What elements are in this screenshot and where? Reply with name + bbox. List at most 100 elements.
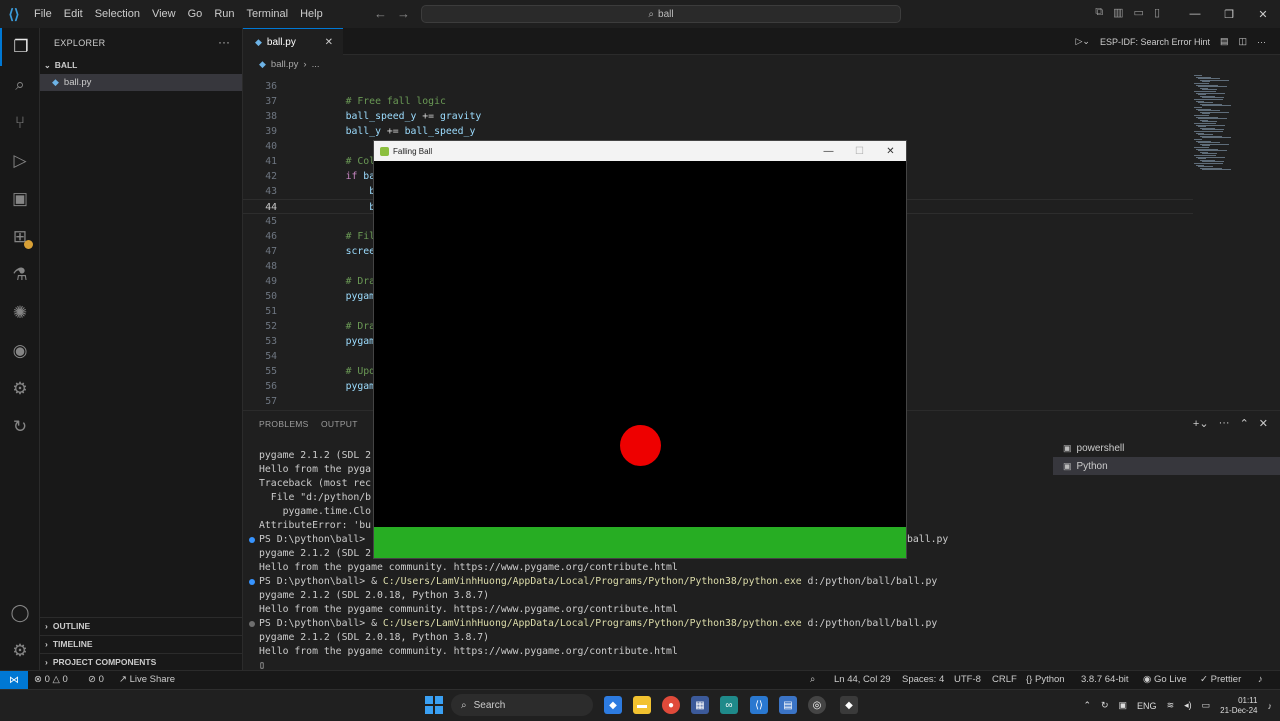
go-live-button[interactable]: ◉ Go Live	[1143, 674, 1187, 685]
network-icon[interactable]: ▣	[1119, 700, 1128, 711]
toggle-panel-icon[interactable]: ▭	[1134, 6, 1144, 19]
github-icon[interactable]: ◉	[0, 332, 40, 370]
calculator-icon[interactable]: ▦	[691, 696, 709, 714]
command-decoration-dot[interactable]	[249, 621, 255, 627]
menu-edit[interactable]: Edit	[58, 8, 89, 20]
platformio-icon[interactable]: ⚙	[0, 370, 40, 408]
explorer-icon[interactable]: ❐	[0, 28, 40, 66]
vscode-taskbar-icon[interactable]: ⟨⟩	[750, 696, 768, 714]
menu-run[interactable]: Run	[208, 8, 240, 20]
command-decoration-dot[interactable]	[249, 537, 255, 543]
battery-icon[interactable]: ▭	[1202, 700, 1211, 711]
taskbar-search[interactable]: ⌕ Search	[451, 694, 593, 716]
breadcrumb-file[interactable]: ball.py	[271, 59, 298, 70]
run-python-icon[interactable]: ▷⌄	[1075, 36, 1089, 47]
obs-icon[interactable]: ◎	[808, 696, 826, 714]
extensions-icon[interactable]: ⊞	[0, 218, 40, 256]
eol[interactable]: CRLF	[992, 674, 1017, 685]
ports-indicator[interactable]: ⊘ 0	[88, 674, 104, 685]
language-mode[interactable]: {} Python	[1026, 674, 1065, 685]
run-debug-icon[interactable]: ▷	[0, 142, 40, 180]
close-window-icon[interactable]: ✕	[875, 141, 906, 161]
live-share-icon[interactable]: ↻	[0, 408, 40, 446]
menu-go[interactable]: Go	[182, 8, 209, 20]
command-decoration-dot[interactable]	[249, 579, 255, 585]
encoding[interactable]: UTF-8	[954, 674, 981, 685]
terminal-item-powershell[interactable]: ▣ powershell	[1053, 439, 1280, 457]
forward-arrow-icon[interactable]: →	[397, 6, 410, 21]
close-panel-icon[interactable]: ✕	[1259, 417, 1268, 430]
menu-terminal[interactable]: Terminal	[241, 8, 295, 20]
toggle-sidebar-icon[interactable]: ▥	[1113, 6, 1123, 19]
maximize-panel-icon[interactable]: ⌃	[1240, 417, 1249, 430]
source-control-icon[interactable]: ⑂	[0, 104, 40, 142]
wifi-icon[interactable]: ≋	[1167, 700, 1175, 711]
book-icon[interactable]: ▤	[1220, 36, 1229, 47]
code-line[interactable]: 37 # Free fall logic	[243, 94, 1193, 109]
menu-file[interactable]: File	[28, 8, 58, 20]
search-view-icon[interactable]: ⌕	[0, 66, 40, 104]
breadcrumb-rest[interactable]: ...	[312, 59, 320, 70]
indentation[interactable]: Spaces: 4	[902, 674, 944, 685]
notepad-icon[interactable]: ▤	[779, 696, 797, 714]
tab-ball-py[interactable]: ◆ ball.py ✕	[243, 28, 343, 56]
testing-icon[interactable]: ⚗	[0, 256, 40, 294]
more-actions-icon[interactable]: ···	[1219, 417, 1230, 430]
toggle-secondary-sidebar-icon[interactable]: ▯	[1154, 6, 1160, 19]
zoom-icon[interactable]: ⌕	[810, 674, 815, 685]
windows-start-icon[interactable]	[425, 696, 443, 714]
tab-problems[interactable]: PROBLEMS	[259, 419, 309, 429]
account-icon[interactable]: ◯	[0, 594, 40, 632]
show-hidden-icons-icon[interactable]: ⌃	[1083, 700, 1091, 711]
new-terminal-icon[interactable]: +⌄	[1193, 417, 1209, 430]
cursor-position[interactable]: Ln 44, Col 29	[834, 674, 891, 685]
clock[interactable]: 01:11 21-Dec-24	[1220, 696, 1257, 716]
pygame-window[interactable]: Falling Ball — ☐ ✕	[373, 140, 907, 559]
live-share-button[interactable]: ↗ Live Share	[119, 674, 175, 685]
notification-bell-icon[interactable]: ♪	[1268, 701, 1273, 711]
remote-indicator-icon[interactable]: ⋈	[0, 671, 28, 690]
esp-idf-hint-button[interactable]: ESP-IDF: Search Error Hint	[1100, 37, 1210, 47]
game-canvas[interactable]	[374, 161, 906, 558]
minimize-icon[interactable]: —	[813, 141, 844, 161]
folder-ball[interactable]: ⌄ BALL	[40, 57, 242, 73]
volume-icon[interactable]: ◂)	[1184, 700, 1192, 711]
notifications-bell-icon[interactable]: ♪	[1258, 674, 1263, 685]
command-center[interactable]: ⌕ ball	[421, 5, 901, 23]
arduino-icon[interactable]: ∞	[720, 696, 738, 714]
esp-idf-icon[interactable]: ✺	[0, 294, 40, 332]
prettier-button[interactable]: ✓ Prettier	[1200, 674, 1241, 685]
file-ball-py[interactable]: ◆ ball.py	[40, 74, 242, 91]
copilot-icon[interactable]: ◆	[604, 696, 622, 714]
maximize-icon[interactable]: ☐	[844, 141, 875, 161]
tab-output[interactable]: OUTPUT	[321, 419, 358, 429]
split-editor-icon[interactable]: ◫	[1238, 36, 1247, 47]
remote-explorer-icon[interactable]: ▣	[0, 180, 40, 218]
back-arrow-icon[interactable]: ←	[374, 6, 387, 21]
sync-icon[interactable]: ↻	[1101, 700, 1109, 711]
problems-indicator[interactable]: ⊗ 0 △ 0	[34, 674, 68, 685]
restore-icon[interactable]: ❐	[1212, 0, 1246, 28]
minimap[interactable]	[1190, 73, 1270, 410]
chrome-icon[interactable]: ●	[662, 696, 680, 714]
code-line[interactable]: 36	[243, 79, 1193, 94]
file-explorer-icon[interactable]: ▬	[633, 696, 651, 714]
customize-layout-icon[interactable]: ⧉	[1095, 6, 1103, 19]
python-interpreter[interactable]: 3.8.7 64-bit	[1081, 674, 1129, 685]
language-indicator[interactable]: ENG	[1137, 701, 1157, 711]
code-line[interactable]: 38 ball_speed_y += gravity	[243, 109, 1193, 124]
close-window-icon[interactable]: ✕	[1246, 0, 1280, 28]
outline-section[interactable]: › OUTLINE	[40, 617, 242, 634]
more-actions-icon[interactable]: ···	[218, 35, 230, 49]
close-tab-icon[interactable]: ✕	[325, 37, 333, 48]
pygame-title-bar[interactable]: Falling Ball — ☐ ✕	[374, 141, 906, 161]
more-actions-icon[interactable]: ···	[1257, 37, 1266, 47]
terminal-item-python[interactable]: ▣ Python	[1053, 457, 1280, 475]
project-components-section[interactable]: › PROJECT COMPONENTS	[40, 653, 242, 670]
menu-view[interactable]: View	[146, 8, 182, 20]
menu-selection[interactable]: Selection	[89, 8, 146, 20]
minimize-icon[interactable]: —	[1178, 0, 1212, 28]
timeline-section[interactable]: › TIMELINE	[40, 635, 242, 652]
menu-help[interactable]: Help	[294, 8, 329, 20]
settings-gear-icon[interactable]: ⚙	[0, 632, 40, 670]
